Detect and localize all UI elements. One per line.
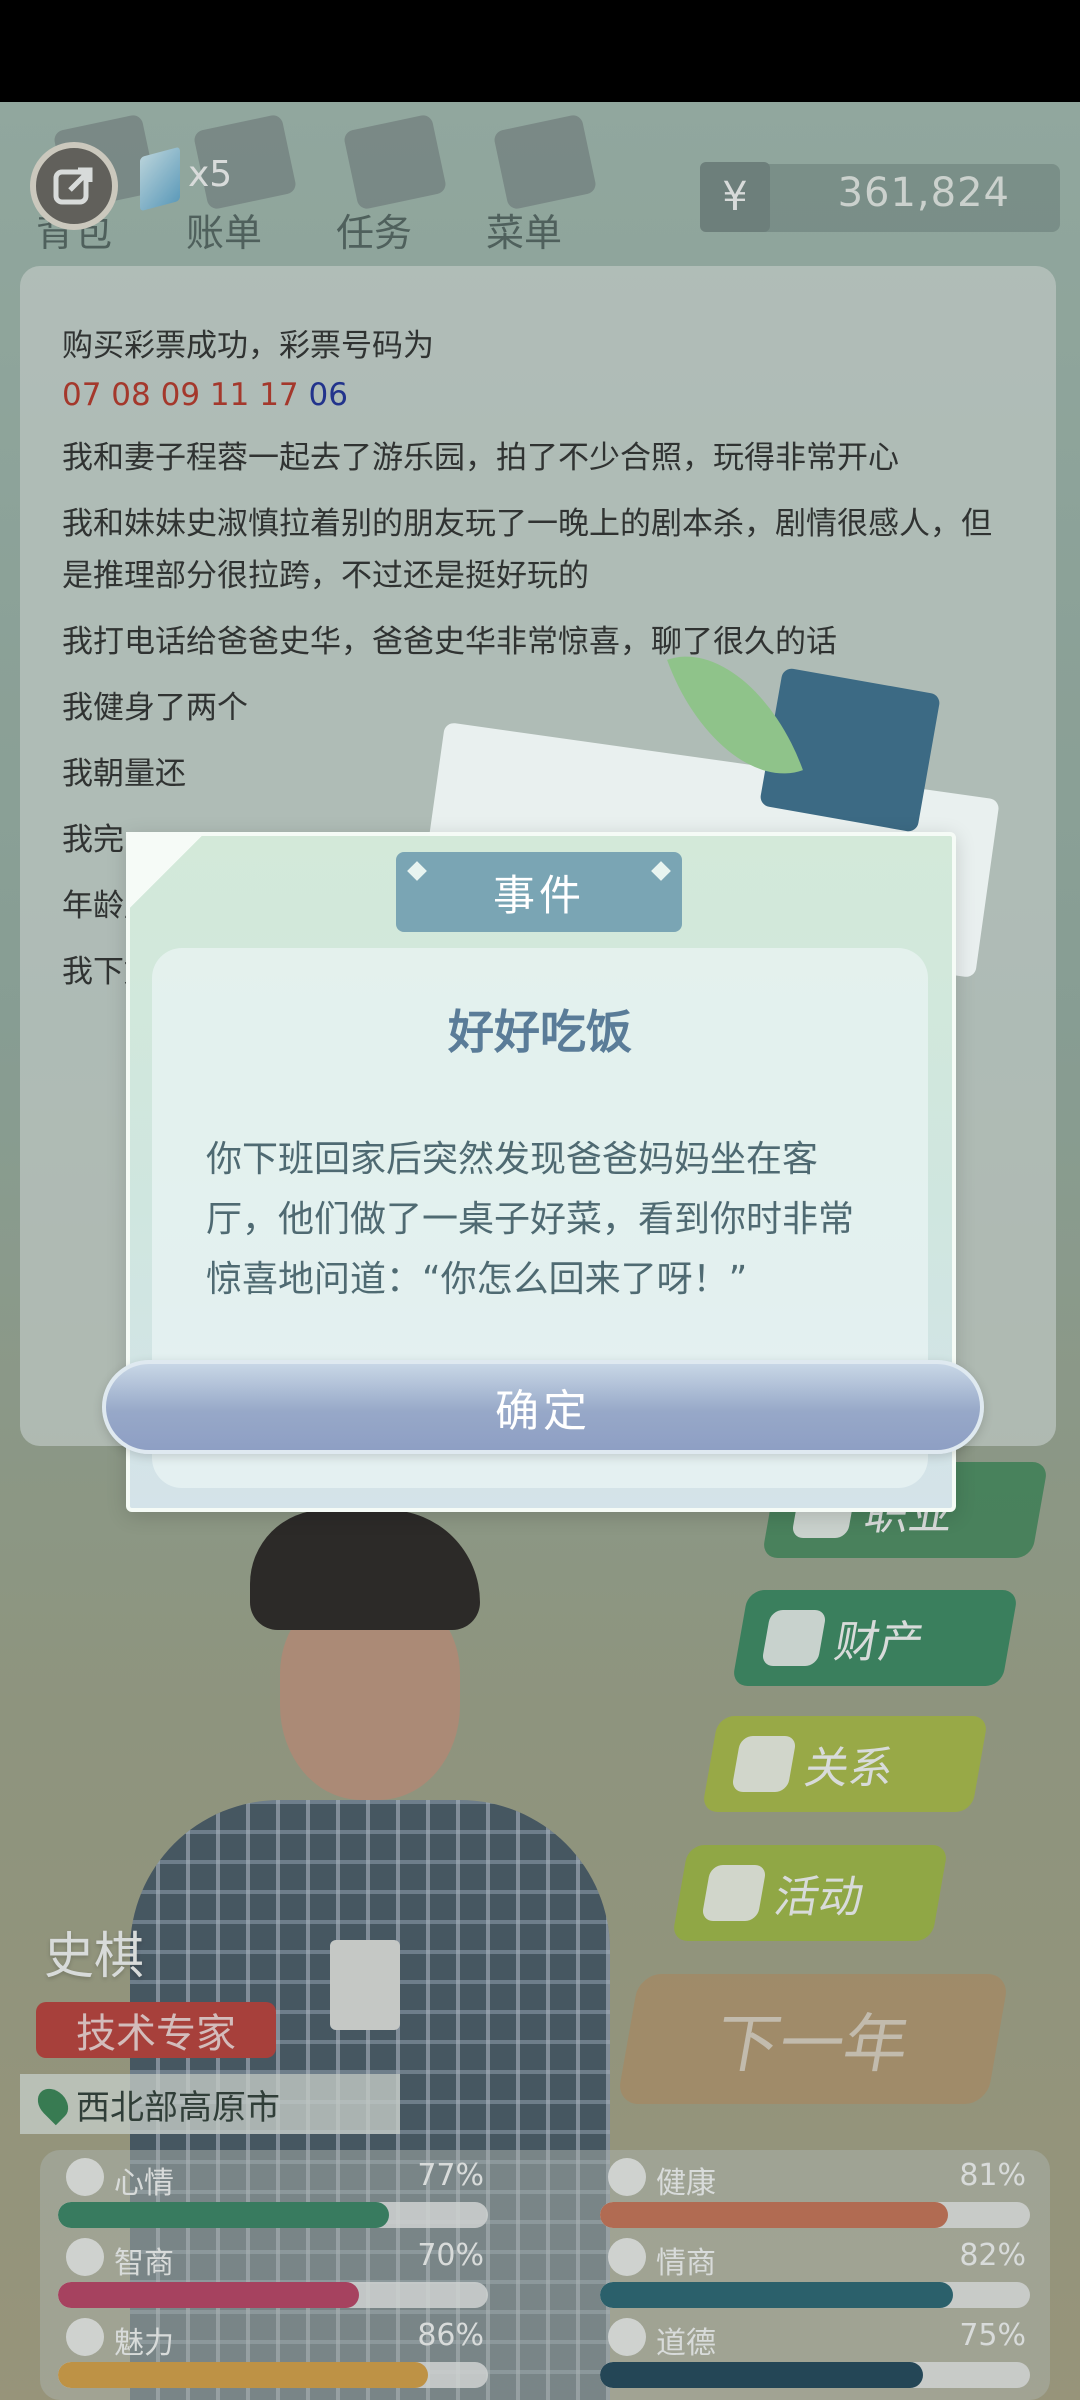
event-title: 好好吃饭 [448,1005,632,1059]
diamond-icon [407,861,427,881]
dialog-corner-fold [126,832,206,912]
event-description: 你下班回家后突然发现爸爸妈妈坐在客厅，他们做了一桌子好菜，看到你时非常惊喜地问道… [206,1139,855,1300]
event-tab-label: 事件 [492,870,585,920]
confirm-button[interactable]: 确定 [102,1360,984,1454]
status-bar [0,0,1080,102]
event-tab: 事件 [396,852,682,932]
diamond-icon [651,861,671,881]
